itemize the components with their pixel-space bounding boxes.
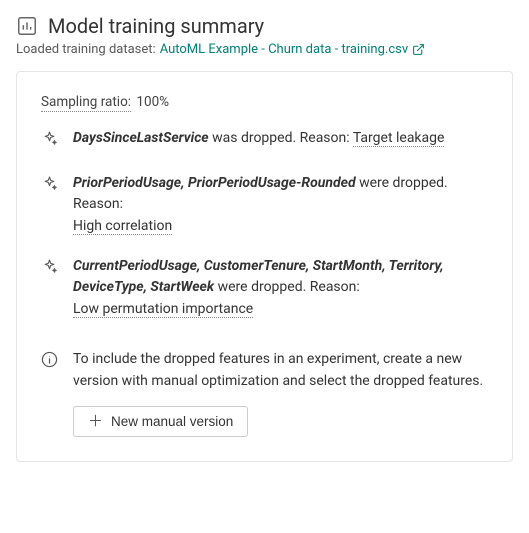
drop-reason-link[interactable]: Target leakage bbox=[353, 130, 445, 147]
summary-panel: Sampling ratio: 100% DaysSinceLastServic… bbox=[16, 71, 513, 462]
dropped-feature-item: DaysSinceLastService was dropped. Reason… bbox=[41, 128, 488, 155]
dropped-feature-text: PriorPeriodUsage, PriorPeriodUsage-Round… bbox=[73, 173, 488, 238]
sampling-ratio: Sampling ratio: 100% bbox=[41, 94, 488, 110]
drop-reason-link[interactable]: Low permutation importance bbox=[73, 301, 253, 318]
loaded-dataset-label: Loaded training dataset: bbox=[16, 42, 156, 57]
new-manual-version-label: New manual version bbox=[111, 414, 233, 429]
dropped-feature-text: CurrentPeriodUsage, CustomerTenure, Star… bbox=[73, 256, 488, 321]
dropped-feature-names: PriorPeriodUsage, PriorPeriodUsage-Round… bbox=[73, 175, 356, 191]
drop-reason-link[interactable]: High correlation bbox=[73, 218, 172, 235]
info-icon bbox=[41, 351, 59, 372]
dropped-feature-item: PriorPeriodUsage, PriorPeriodUsage-Round… bbox=[41, 173, 488, 238]
dropped-feature-tail: were dropped. Reason: bbox=[214, 279, 360, 295]
dropped-feature-names: DaysSinceLastService bbox=[73, 130, 209, 146]
sparkle-icon bbox=[41, 258, 59, 283]
sampling-ratio-value: 100% bbox=[136, 94, 169, 110]
sampling-ratio-label: Sampling ratio: bbox=[41, 94, 131, 112]
sparkle-icon bbox=[41, 130, 59, 155]
bar-chart-icon bbox=[16, 15, 38, 37]
plus-icon: ＋ bbox=[88, 414, 103, 429]
external-link-icon[interactable] bbox=[412, 43, 425, 56]
dropped-features-list: DaysSinceLastService was dropped. Reason… bbox=[41, 128, 488, 321]
info-text: To include the dropped features in an ex… bbox=[73, 349, 488, 392]
page-title: Model training summary bbox=[48, 14, 264, 38]
dataset-subheader: Loaded training dataset: AutoML Example … bbox=[16, 42, 513, 57]
info-block: To include the dropped features in an ex… bbox=[41, 349, 488, 437]
dropped-feature-tail: was dropped. Reason: bbox=[209, 130, 353, 146]
new-manual-version-button[interactable]: ＋ New manual version bbox=[73, 406, 248, 437]
sparkle-icon bbox=[41, 175, 59, 200]
page-header: Model training summary bbox=[16, 14, 513, 38]
info-content: To include the dropped features in an ex… bbox=[73, 349, 488, 437]
dropped-feature-text: DaysSinceLastService was dropped. Reason… bbox=[73, 128, 444, 150]
dataset-link[interactable]: AutoML Example - Churn data - training.c… bbox=[160, 42, 408, 57]
dropped-feature-item: CurrentPeriodUsage, CustomerTenure, Star… bbox=[41, 256, 488, 321]
